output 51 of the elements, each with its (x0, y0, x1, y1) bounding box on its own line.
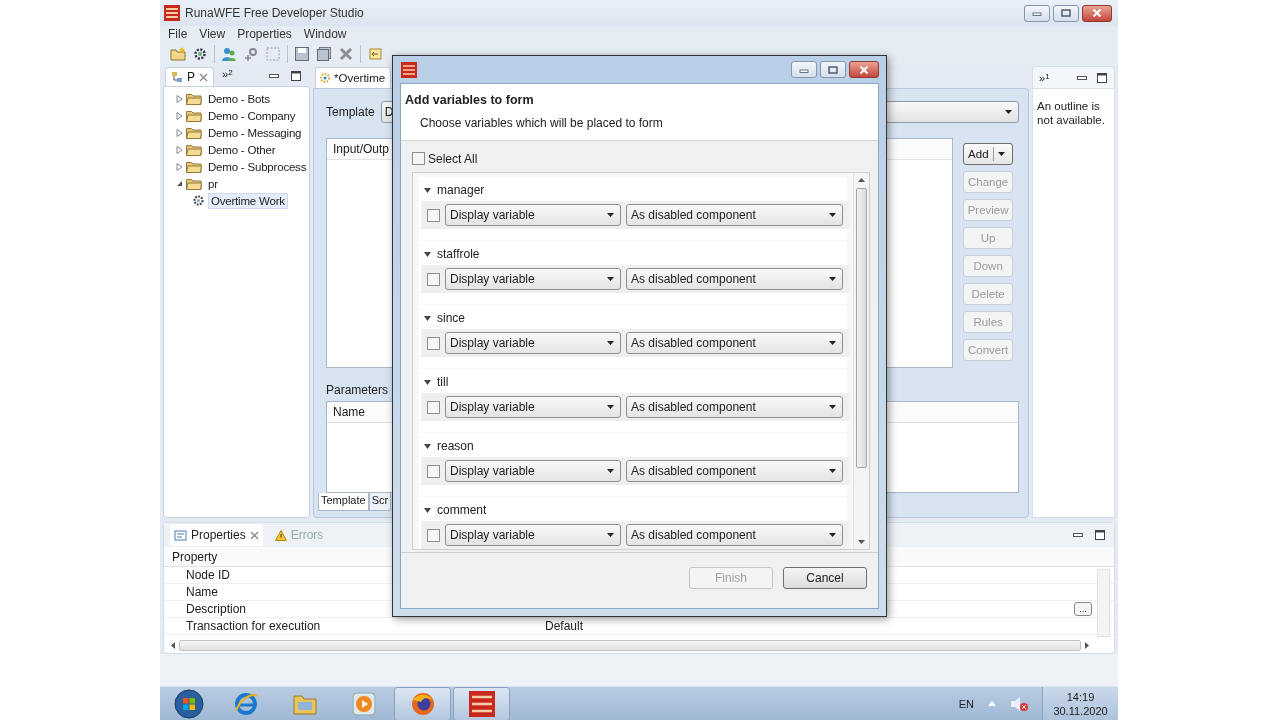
language-indicator[interactable]: EN (958, 697, 974, 710)
editor-tab[interactable]: *Overtime (315, 67, 391, 88)
tab-label[interactable]: P (187, 70, 195, 84)
table-cell-text: Description (185, 602, 248, 616)
table-cell-text: Name (185, 585, 219, 599)
tree-item[interactable]: Demo - Bots (205, 90, 273, 107)
display-dropdown[interactable]: Display variable (445, 396, 621, 418)
display-dropdown[interactable]: Display variable (445, 332, 621, 354)
tree-item[interactable]: Demo - Subprocess (205, 158, 310, 175)
dialog-description: Choose variables which will be placed to form (420, 116, 664, 130)
table-cell-text: Default (545, 619, 585, 633)
view-tab[interactable]: Properties (170, 524, 263, 546)
tree-item[interactable]: Overtime Work (208, 192, 288, 209)
outline-message: An outline is not available. (1037, 99, 1106, 127)
tree-item[interactable]: pr (205, 175, 221, 192)
display-dropdown[interactable]: Display variable (445, 268, 621, 290)
dialog-button[interactable]: Cancel (783, 566, 867, 589)
menu-item[interactable]: Window (297, 27, 353, 41)
variable-name: manager (437, 183, 485, 197)
menu-item[interactable]: File (162, 27, 194, 41)
mode-dropdown[interactable]: As disabled component (626, 204, 843, 226)
display-dropdown[interactable]: Display variable (445, 460, 621, 482)
dialog-heading: Add variables to form (405, 93, 535, 107)
variable-name: staffrole (437, 247, 480, 261)
variable-name: since (437, 311, 465, 325)
display-dropdown[interactable]: Display variable (445, 204, 621, 226)
tree-item[interactable]: Demo - Other (205, 141, 279, 158)
parameters-label: Parameters (326, 383, 390, 399)
menu-item[interactable]: View (193, 27, 232, 41)
mode-dropdown[interactable]: As disabled component (626, 396, 843, 418)
mode-dropdown[interactable]: As disabled component (626, 332, 843, 354)
clock-time[interactable]: 14:19 (1066, 689, 1095, 704)
tree-item[interactable]: Demo - Messaging (205, 124, 305, 141)
menu-item[interactable]: Properties (231, 27, 298, 41)
tree-item[interactable]: Demo - Company (205, 107, 299, 124)
template-label: Template (326, 105, 375, 119)
window-title: RunaWFE Free Developer Studio (185, 6, 364, 20)
mode-dropdown[interactable]: As disabled component (626, 524, 843, 546)
editor-page-tab[interactable]: Scr (368, 493, 392, 511)
variable-name: reason (437, 439, 474, 453)
mode-dropdown[interactable]: As disabled component (626, 460, 843, 482)
variable-name: comment (437, 503, 487, 517)
add-button[interactable]: Add (963, 143, 1014, 165)
table-cell-text: Node ID (185, 568, 232, 582)
clock-date[interactable]: 30.11.2020 (1053, 703, 1108, 718)
mode-dropdown[interactable]: As disabled component (626, 268, 843, 290)
browse-button[interactable]: ... (1074, 602, 1092, 616)
table-cell-text: Transaction for execution (185, 619, 322, 633)
editor-page-tab[interactable]: Template (318, 493, 369, 511)
display-dropdown[interactable]: Display variable (445, 524, 621, 546)
variable-name: till (437, 375, 449, 389)
